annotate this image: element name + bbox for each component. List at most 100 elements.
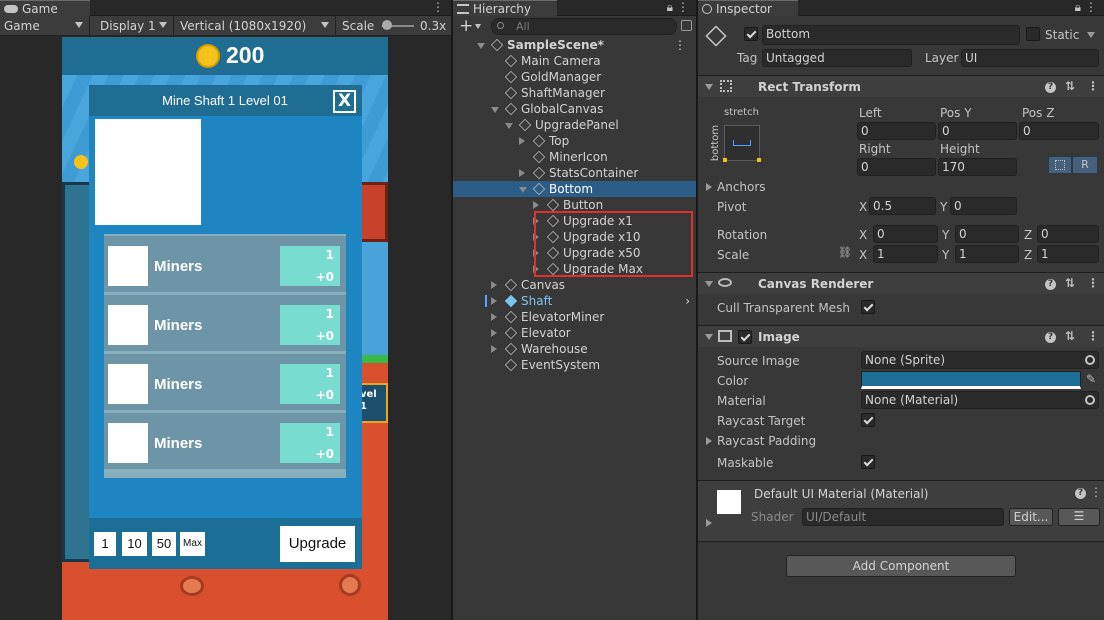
chevron-right-icon[interactable] [491,329,497,337]
hierarchy-item[interactable]: Shaft › [453,293,696,309]
close-button[interactable]: X [333,90,356,113]
image-enabled-checkbox[interactable] [738,330,752,344]
game-mode-select[interactable]: Game [0,15,90,36]
resolution-select[interactable]: Vertical (1080x1920) [174,15,336,36]
rotation-y-field[interactable]: 0 [955,225,1019,243]
expand-icon[interactable] [706,519,712,527]
upgrade-x10-button[interactable]: 10 [122,532,147,556]
chevron-right-icon[interactable] [519,169,525,177]
scale-thumb[interactable] [382,19,392,30]
layer-select[interactable]: UI [961,49,1099,67]
source-image-field[interactable]: None (Sprite) [861,351,1099,369]
anchors-label[interactable]: Anchors [717,180,766,194]
chevron-right-icon[interactable] [519,137,525,145]
hierarchy-item[interactable]: StatsContainer [453,165,696,181]
chevron-down-icon[interactable] [519,187,527,193]
game-viewport[interactable]: 200 vel 1 Mine Shaft 1 Level 01 X Miners… [0,37,450,620]
display-select[interactable]: Display 1 [90,15,174,36]
image-header[interactable]: Image ? ⇅ ⋮ [698,325,1104,347]
chevron-down-icon[interactable] [475,24,481,29]
hierarchy-item[interactable]: Main Camera [453,53,696,69]
chevron-right-icon[interactable] [491,281,497,289]
context-menu-icon[interactable]: ⋮ [1087,79,1099,93]
left-field[interactable]: 0 [857,122,936,140]
hierarchy-item[interactable]: MinerIcon [453,149,696,165]
scale-y-field[interactable]: 1 [955,245,1019,263]
scene-options-icon[interactable] [681,20,692,31]
pivot-x-field[interactable]: 0.5 [869,197,936,215]
help-icon[interactable]: ? [1045,332,1056,343]
hierarchy-item[interactable]: ShaftManager [453,85,696,101]
add-button[interactable]: + [459,16,473,36]
chevron-down-icon[interactable] [477,43,485,49]
rotation-z-field[interactable]: 0 [1037,225,1099,243]
tag-select[interactable]: Untagged [762,49,912,67]
hierarchy-item[interactable]: GoldManager [453,69,696,85]
hierarchy-item[interactable]: EventSystem [453,357,696,373]
active-toggle[interactable] [744,27,758,41]
hierarchy-item[interactable]: GlobalCanvas [453,101,696,117]
upgrade-x1-button[interactable]: 1 [94,532,116,556]
link-icon[interactable]: ⛓︎ [838,246,852,259]
hierarchy-search-input[interactable]: All [491,18,677,35]
scale-x-field[interactable]: 1 [873,245,938,263]
help-icon[interactable]: ? [1045,82,1056,93]
tab-game[interactable]: Game [0,0,90,16]
rotation-x-field[interactable]: 0 [873,225,938,243]
rect-transform-header[interactable]: Rect Transform ? ⇅ ⋮ [698,75,1104,97]
hierarchy-item[interactable]: Canvas [453,277,696,293]
hierarchy-item[interactable]: Bottom [453,181,696,197]
hierarchy-item[interactable]: UpgradePanel [453,117,696,133]
context-menu-icon[interactable]: ⋮ [1087,276,1099,290]
inspector-menu-icon[interactable]: ⋮ [1085,0,1097,14]
chevron-right-icon[interactable] [533,201,539,209]
prefab-open-icon[interactable]: › [685,293,690,309]
scene-menu-icon[interactable]: ⋮ [674,37,686,53]
edit-shader-button[interactable]: Edit... [1009,508,1053,526]
pivot-y-field[interactable]: 0 [950,197,1017,215]
posz-field[interactable]: 0 [1019,122,1099,140]
material-field[interactable]: None (Material) [861,391,1099,409]
tab-inspector[interactable]: Inspector [698,0,798,16]
hierarchy-item[interactable]: Elevator [453,325,696,341]
chevron-right-icon[interactable] [491,345,497,353]
scale-slider[interactable]: Scale 0.3x [336,16,450,36]
chevron-down-icon[interactable] [491,107,499,113]
hierarchy-item[interactable]: Top [453,133,696,149]
expand-icon[interactable] [706,437,712,445]
color-swatch[interactable] [861,371,1081,389]
context-menu-icon[interactable]: ⋮ [1087,329,1099,343]
upgrade-x50-button[interactable]: 50 [152,532,176,556]
shader-select[interactable]: UI/Default [802,508,1004,526]
chevron-down-icon[interactable] [505,123,513,129]
scene-row[interactable]: SampleScene* ⋮ [453,37,696,53]
upgrade-button[interactable]: Upgrade [280,526,355,562]
anchor-presets-button[interactable] [723,125,761,162]
maskable-checkbox[interactable] [861,455,875,469]
lock-icon[interactable]: 🔒︎ [667,0,673,15]
raw-edit-button[interactable]: R [1072,156,1098,174]
help-icon[interactable]: ? [1075,488,1086,499]
tab-hierarchy[interactable]: Hierarchy [453,0,557,16]
object-picker-icon[interactable] [1085,395,1095,405]
hierarchy-menu-icon[interactable]: ⋮ [677,0,689,14]
presets-icon[interactable]: ⇅ [1065,276,1075,290]
chevron-right-icon[interactable] [491,297,497,305]
expand-icon[interactable] [706,183,712,191]
add-component-button[interactable]: Add Component [786,555,1016,577]
raycast-padding-label[interactable]: Raycast Padding [717,434,816,448]
upgrade-max-button[interactable]: Max [180,532,205,556]
game-menu-icon[interactable]: ⋮ [432,0,444,14]
lock-icon[interactable]: 🔒︎ [1075,0,1081,15]
cull-transparent-mesh-checkbox[interactable] [861,300,875,314]
hierarchy-item[interactable]: Warehouse [453,341,696,357]
hierarchy-item[interactable]: ElevatorMiner [453,309,696,325]
object-name-input[interactable]: Bottom [762,25,1020,45]
chevron-down-icon[interactable] [1087,32,1095,38]
eyedropper-icon[interactable]: ✎ [1086,372,1096,386]
help-icon[interactable]: ? [1045,279,1056,290]
right-field[interactable]: 0 [857,158,936,176]
context-menu-icon[interactable]: ⋮ [1090,485,1102,499]
canvas-renderer-header[interactable]: Canvas Renderer ? ⇅ ⋮ [698,272,1104,294]
object-picker-icon[interactable] [1085,355,1095,365]
